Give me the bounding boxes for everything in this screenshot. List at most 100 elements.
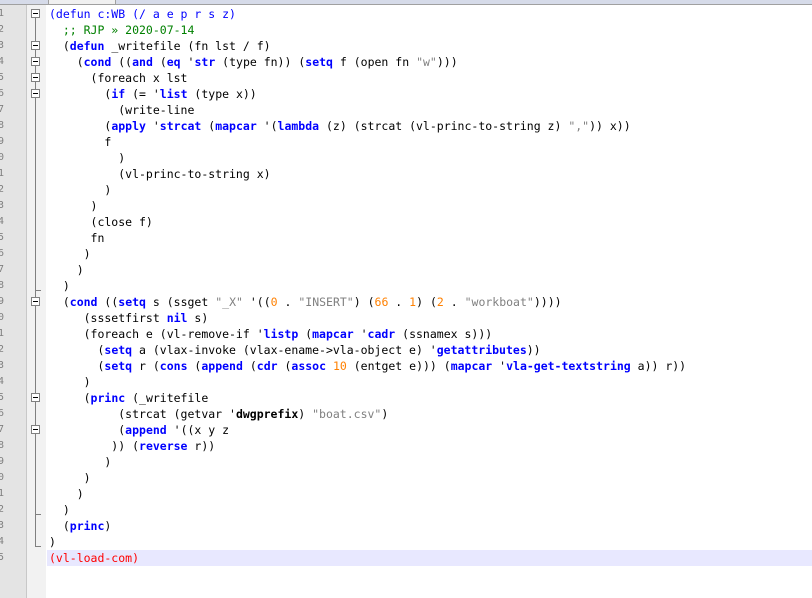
fold-toggle-icon[interactable] [31, 9, 40, 18]
code-editor[interactable]: 1 (defun c:WB (/ a e p r s z) 2 ;; RJP » 2… [0, 0, 812, 598]
code-line[interactable]: (princ (_writefile [49, 390, 809, 406]
code-token: reverse [139, 439, 188, 453]
code-token: ) [49, 535, 56, 549]
code-token: ( [201, 119, 216, 133]
code-line[interactable]: (princ) [49, 518, 809, 534]
code-line[interactable]: (defun c:WB (/ a e p r s z) [49, 6, 809, 22]
code-line[interactable]: (vl-princ-to-string x) [49, 166, 809, 182]
code-token: )) x)) [589, 119, 631, 133]
code-token: list [159, 87, 188, 101]
code-line[interactable]: ) [49, 534, 809, 550]
fold-toggle-icon[interactable] [31, 57, 40, 66]
code-token: "," [568, 119, 590, 133]
code-token: ( [187, 359, 202, 373]
code-token: r ( [132, 359, 160, 373]
code-line[interactable]: ) [49, 502, 809, 518]
line-number: 4 [0, 216, 5, 227]
line-number: 5 [0, 72, 5, 83]
line-number: 4 [0, 56, 5, 67]
code-token: ))) [436, 55, 458, 69]
fold-line [35, 306, 36, 514]
code-token: (ssnamex s))) [395, 327, 493, 341]
code-token: ) [298, 407, 313, 421]
fold-toggle-icon[interactable] [31, 425, 40, 434]
code-line[interactable]: ) [49, 182, 809, 198]
code-line[interactable]: ) [49, 246, 809, 262]
code-line[interactable]: (if (= 'list (type x)) [49, 86, 809, 102]
fold-toggle-icon[interactable] [31, 89, 40, 98]
code-line[interactable]: (write-line [49, 102, 809, 118]
code-token: assoc [291, 359, 327, 373]
code-line[interactable]: ) [49, 470, 809, 486]
code-line[interactable]: fn [49, 230, 809, 246]
code-token: ) ( [353, 295, 375, 309]
code-line[interactable]: (apply 'strcat (mapcar '(lambda (z) (str… [49, 118, 809, 134]
code-line[interactable]: ) [49, 262, 809, 278]
code-line[interactable]: ) [49, 454, 809, 470]
code-line[interactable]: ;; RJP » 2020-07-14 [49, 22, 809, 38]
code-line[interactable]: (append '((x y z [49, 422, 809, 438]
fold-toggle-icon[interactable] [31, 73, 40, 82]
line-number: 1 [0, 168, 5, 179]
code-token: (foreach x lst [49, 71, 188, 85]
code-token: )) [526, 343, 541, 357]
line-number: 1 [0, 488, 5, 499]
code-line[interactable]: (foreach x lst [49, 70, 809, 86]
code-token: getattributes [436, 343, 527, 357]
code-token: ( [242, 359, 257, 373]
code-token: mapcar [450, 359, 493, 373]
code-token: (vl-princ-to-string x) [49, 167, 271, 181]
code-token: dwgprefix [235, 407, 299, 421]
code-line[interactable]: (strcat (getvar 'dwgprefix) "boat.csv") [49, 406, 809, 422]
code-token: 66 [374, 295, 389, 309]
code-line[interactable]: )) (reverse r)) [49, 438, 809, 454]
code-token: "INSERT" [298, 295, 354, 309]
code-token: '( [256, 119, 278, 133]
code-token: ( [49, 343, 105, 357]
line-number: 8 [0, 440, 5, 451]
code-token: lambda [277, 119, 320, 133]
code-token: (= ' [125, 87, 160, 101]
code-token: f [49, 135, 112, 149]
code-line[interactable]: (sssetfirst nil s) [49, 310, 809, 326]
code-token: "workboat" [464, 295, 534, 309]
code-token: (( [111, 55, 133, 69]
code-line[interactable]: ) [49, 150, 809, 166]
line-number: 4 [0, 536, 5, 547]
code-line[interactable]: ) [49, 374, 809, 390]
code-line[interactable]: ) [49, 278, 809, 294]
fold-toggle-icon[interactable] [31, 393, 40, 402]
code-line[interactable]: (setq r (cons (append (cdr (assoc 10 (en… [49, 358, 809, 374]
code-token: ) [49, 183, 112, 197]
code-line[interactable]: (cond ((and (eq 'str (type fn)) (setq f … [49, 54, 809, 70]
code-line[interactable]: ) [49, 198, 809, 214]
code-token: fn [49, 231, 105, 245]
code-line[interactable]: (cond ((setq s (ssget "_X" '((0 . "INSER… [49, 294, 809, 310]
code-token: s (ssget [145, 295, 216, 309]
fold-line [35, 50, 36, 290]
code-token: ' [145, 119, 160, 133]
code-line[interactable]: (close f) [49, 214, 809, 230]
line-number: 6 [0, 88, 5, 99]
code-token: . [277, 295, 299, 309]
line-number: 2 [0, 504, 5, 515]
code-token: s) [187, 311, 209, 325]
active-tab[interactable] [48, 0, 116, 4]
code-token: (z) (strcat (vl-princ-to-string z) [319, 119, 569, 133]
code-token: strcat [159, 119, 202, 133]
code-line[interactable]: (defun _writefile (fn lst / f) [49, 38, 809, 54]
code-line[interactable]: (foreach e (vl-remove-if 'listp (mapcar … [49, 326, 809, 342]
code-token: cond [83, 55, 112, 69]
line-number: 4 [0, 376, 5, 387]
code-line[interactable]: (setq a (vlax-invoke (vlax-ename->vla-ob… [49, 342, 809, 358]
code-token: ( [49, 119, 112, 133]
fold-end-marker [35, 514, 41, 515]
code-token: ) [49, 503, 70, 517]
code-token: cadr [367, 327, 396, 341]
code-line[interactable]: f [49, 134, 809, 150]
code-token: f (open fn [332, 55, 417, 69]
code-line[interactable]: ) [49, 486, 809, 502]
fold-toggle-icon[interactable] [31, 41, 40, 50]
code-line[interactable]: (vl-load-com) [49, 550, 809, 566]
fold-toggle-icon[interactable] [31, 297, 40, 306]
